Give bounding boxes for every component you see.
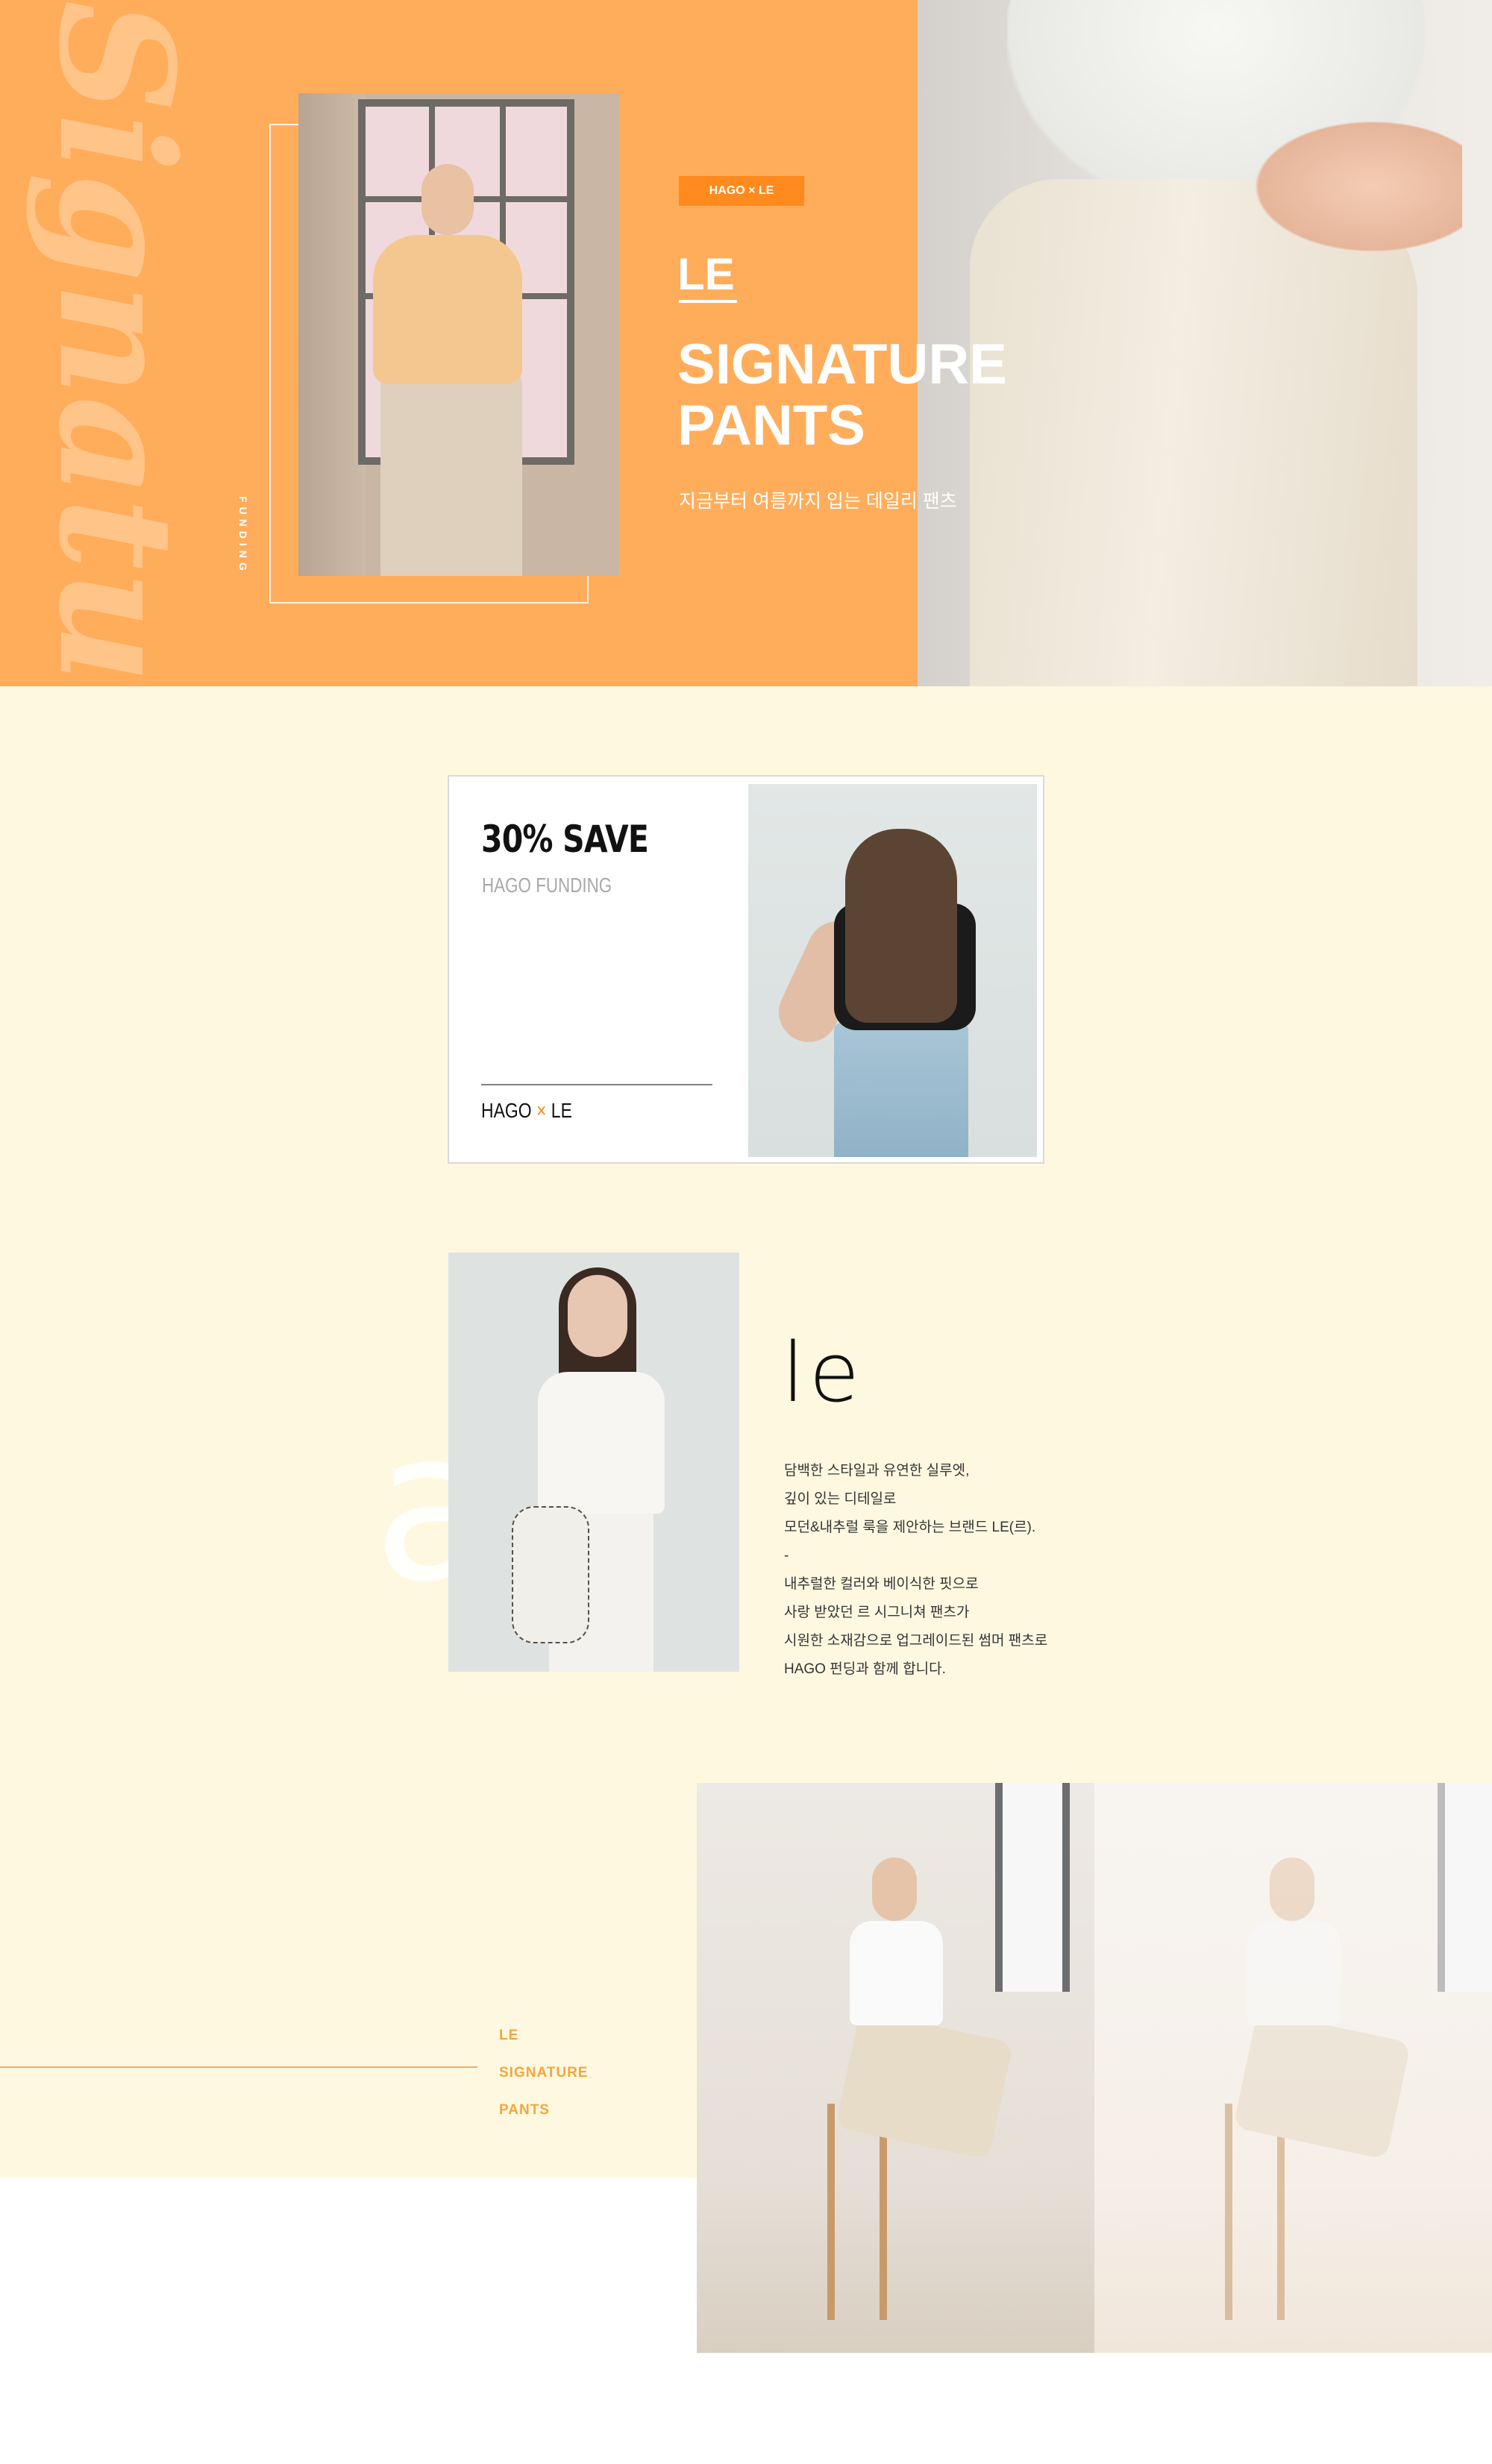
lookbook-label-pants: PANTS <box>499 2102 550 2118</box>
save-title: 30% SAVE <box>481 818 649 861</box>
brand-model-photo <box>448 1253 739 1672</box>
product-title-line2: PANTS <box>677 394 865 457</box>
collab-badge: HAGO × LE <box>679 176 804 206</box>
hero-subtitle: 지금부터 여름까지 입는 데일리 팬츠 <box>679 491 957 512</box>
le-logo: le <box>782 1325 865 1420</box>
funding-vertical-label: FUNDING <box>237 496 249 575</box>
card-divider <box>481 1084 712 1085</box>
brand-title: LE <box>677 249 735 299</box>
brand-description-line: 시원한 소재감으로 업그레이드된 썸머 팬츠로 <box>784 1633 1048 1649</box>
brand-description-line: HAGO 펀딩과 함께 합니다. <box>784 1661 946 1677</box>
lookbook-photo-1 <box>697 1783 1094 2353</box>
lookbook-labels: LE SIGNATURE PANTS <box>499 2017 588 2129</box>
brand-description-line: 모던&내추럴 룩을 제안하는 브랜드 LE(르). <box>784 1520 1036 1535</box>
hero-background-script: Signature <box>24 0 208 686</box>
brand-description-line: 내추럴한 컬러와 베이식한 핏으로 <box>784 1576 979 1592</box>
card-brand-hago: HAGO <box>481 1099 532 1122</box>
brand-description-line: - <box>784 1548 789 1564</box>
hero-banner: Signature FUNDING HAGO × LE LE SIGNATURE… <box>0 0 1492 686</box>
card-brand-x: × <box>536 1099 547 1122</box>
brand-description: 담백한 스타일과 유연한 실루엣, 깊이 있는 디테일로 모던&내추럴 룩을 제… <box>784 1457 1097 1684</box>
brand-title-underline <box>679 300 737 303</box>
product-title: SIGNATURE PANTS <box>677 334 1095 457</box>
lookbook-label-le: LE <box>499 2028 519 2043</box>
card-brand-line: HAGO × LE <box>481 1099 572 1123</box>
lookbook-divider-line <box>0 2066 477 2068</box>
card-brand-le: LE <box>551 1099 572 1122</box>
brand-description-line: 담백한 스타일과 유연한 실루엣, <box>784 1463 970 1479</box>
brand-description-line: 깊이 있는 디테일로 <box>784 1491 897 1507</box>
lookbook-label-signature: SIGNATURE <box>499 2065 589 2081</box>
save-subtitle: HAGO FUNDING <box>482 874 612 897</box>
lookbook-photo-2 <box>1094 1783 1492 2353</box>
hero-model-photo <box>298 93 619 576</box>
card-model-photo <box>748 784 1037 1157</box>
product-title-line1: SIGNATURE <box>677 333 1007 396</box>
brand-description-line: 사랑 받았던 르 시그니쳐 팬츠가 <box>784 1605 970 1620</box>
